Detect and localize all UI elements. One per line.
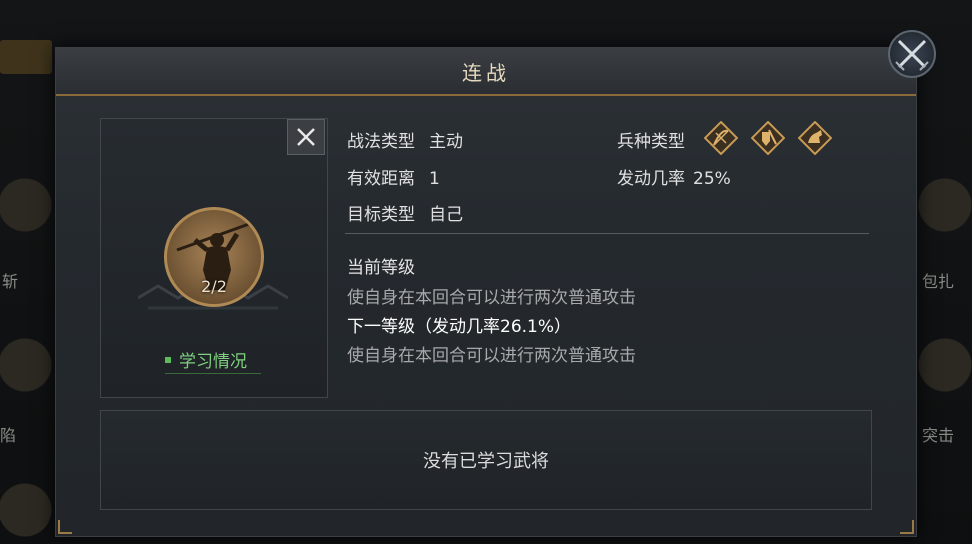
- tactic-type-label: 战法类型: [347, 132, 415, 152]
- background-label: 斩: [2, 272, 19, 291]
- corner-ornament: [58, 520, 72, 534]
- tactic-type-row: 战法类型 主动: [347, 127, 463, 152]
- range-label: 有效距离: [347, 169, 415, 189]
- dialog-header: 连战: [56, 48, 916, 96]
- remove-skill-button[interactable]: [287, 119, 325, 155]
- bullet-icon: [165, 356, 171, 363]
- archer-icon: [704, 121, 738, 155]
- range-value: 1: [429, 169, 440, 189]
- trigger-rate-row: 发动几率 25%: [617, 164, 731, 189]
- background-tab: [0, 40, 52, 74]
- target-label: 目标类型: [347, 205, 415, 225]
- close-dialog-button[interactable]: [888, 30, 936, 78]
- target-value: 自己: [429, 205, 463, 225]
- background-label: 包扎: [922, 272, 955, 291]
- learn-status-label: 学习情况: [179, 352, 247, 372]
- section-divider: [345, 233, 869, 234]
- target-row: 目标类型 自己: [347, 200, 463, 225]
- next-level-description: 使自身在本回合可以进行两次普通攻击: [347, 346, 636, 366]
- troop-type-label: 兵种类型: [617, 132, 685, 152]
- skill-portrait[interactable]: 2/2: [164, 207, 264, 307]
- tactic-type-value: 主动: [429, 132, 463, 152]
- infantry-shield-icon: [751, 121, 785, 155]
- crossed-swords-icon: [895, 39, 929, 71]
- no-generals-message: 没有已学习武将: [423, 451, 549, 472]
- current-level-label: 当前等级: [347, 258, 415, 278]
- dialog-title: 连战: [462, 60, 510, 85]
- corner-ornament: [900, 520, 914, 534]
- learned-generals-panel: 没有已学习武将: [100, 410, 872, 510]
- current-level-description: 使自身在本回合可以进行两次普通攻击: [347, 288, 636, 308]
- troop-type-icons: [704, 121, 832, 155]
- next-level-label: 下一等级（发动几率26.1%）: [347, 317, 572, 337]
- close-icon: [297, 128, 315, 146]
- trigger-rate-value: 25%: [693, 169, 731, 189]
- trigger-rate-label: 发动几率: [617, 169, 685, 189]
- range-row: 有效距离 1: [347, 164, 440, 189]
- learn-status-link[interactable]: 学习情况: [165, 346, 261, 374]
- troop-type-row: 兵种类型: [617, 127, 685, 152]
- skill-level: 2/2: [201, 277, 227, 296]
- background-label: 突击: [922, 426, 955, 445]
- background-label: 陷: [0, 426, 17, 445]
- cavalry-icon: [798, 121, 832, 155]
